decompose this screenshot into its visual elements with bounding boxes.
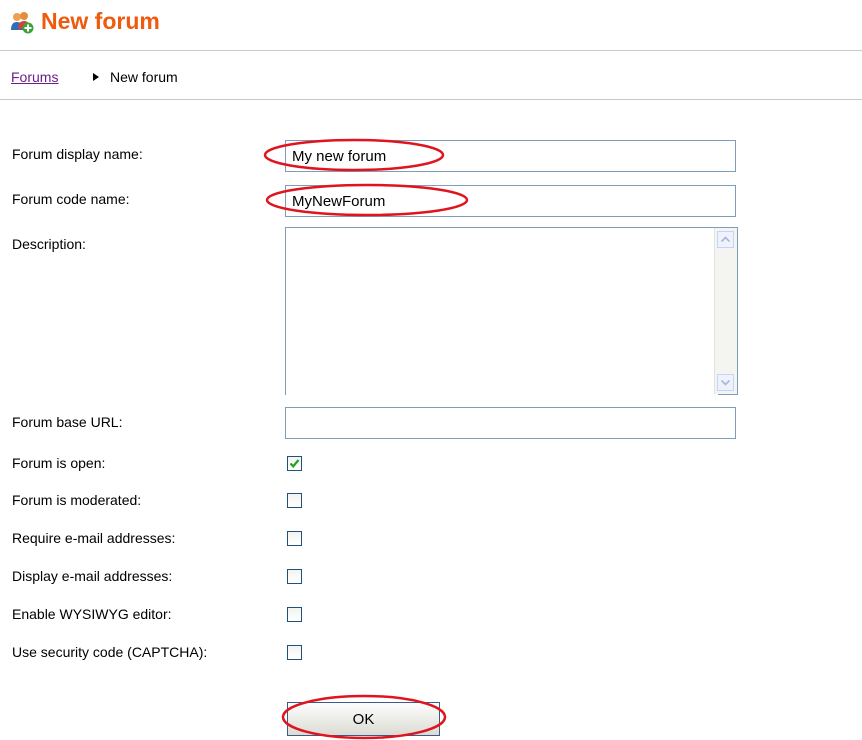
forum-is-moderated-label: Forum is moderated:: [12, 492, 142, 508]
description-textarea-container: [285, 227, 738, 398]
forum-is-open-checkbox[interactable]: [287, 456, 302, 471]
forum-is-moderated-checkbox[interactable]: [287, 493, 302, 508]
checkmark-icon: [289, 459, 300, 468]
ok-button[interactable]: OK: [287, 702, 440, 736]
scroll-up-button[interactable]: [717, 231, 734, 248]
captcha-label: Use security code (CAPTCHA):: [12, 644, 208, 660]
display-email-label: Display e-mail addresses:: [12, 568, 173, 584]
page-header: New forum: [0, 0, 862, 51]
forum-base-url-input[interactable]: [285, 407, 736, 439]
breadcrumb-forums-link[interactable]: Forums: [11, 69, 58, 85]
description-scrollbar[interactable]: [714, 228, 737, 394]
enable-wysiwyg-label: Enable WYSIWYG editor:: [12, 606, 172, 622]
chevron-up-icon: [721, 236, 730, 243]
forum-code-name-input[interactable]: [285, 185, 736, 217]
enable-wysiwyg-checkbox[interactable]: [287, 607, 302, 622]
require-email-label: Require e-mail addresses:: [12, 530, 176, 546]
forum-is-open-label: Forum is open:: [12, 455, 106, 471]
triangle-right-icon: [93, 73, 99, 81]
forum-base-url-label: Forum base URL:: [12, 414, 123, 430]
require-email-checkbox[interactable]: [287, 531, 302, 546]
forum-code-name-label: Forum code name:: [12, 191, 130, 207]
description-textarea[interactable]: [286, 228, 718, 398]
forum-display-name-input[interactable]: [285, 140, 736, 172]
description-label: Description:: [12, 236, 86, 252]
breadcrumb-current: New forum: [110, 69, 178, 85]
scroll-down-button[interactable]: [717, 374, 734, 391]
chevron-down-icon: [721, 379, 730, 386]
add-group-icon: [11, 12, 34, 34]
forum-display-name-label: Forum display name:: [12, 146, 143, 162]
captcha-checkbox[interactable]: [287, 645, 302, 660]
breadcrumb: Forums New forum: [0, 51, 862, 100]
page-title: New forum: [41, 8, 160, 34]
display-email-checkbox[interactable]: [287, 569, 302, 584]
